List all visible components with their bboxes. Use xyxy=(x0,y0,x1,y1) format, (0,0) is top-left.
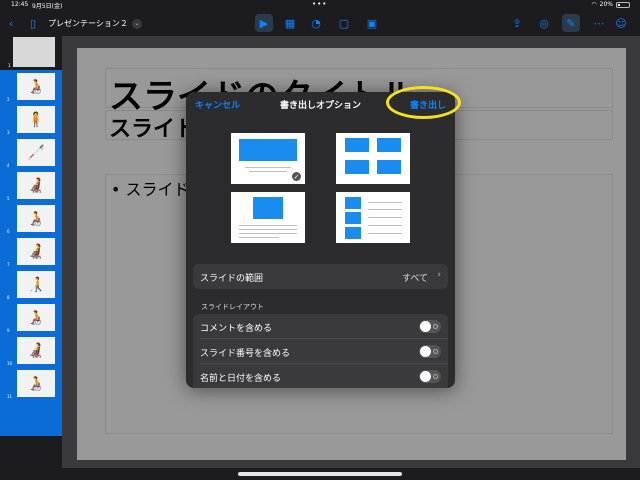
image-placeholder-icon xyxy=(239,139,297,161)
status-time: 12:45 xyxy=(11,1,29,8)
toolbar: ‹ ▯ プレゼンテーション２ ⌄ ▶ ▦ ◔ ▢ ▣ ⇪ ◎ ✎ ⋯ ☺ xyxy=(0,10,640,36)
toggle-off-icon xyxy=(433,324,438,329)
table-icon[interactable]: ▦ xyxy=(281,14,299,32)
export-options-popover: キャンセル 書き出しオプション 書き出し ✓ スライドの範囲 すべて › スライ… xyxy=(186,92,455,388)
toggle-off-icon xyxy=(433,349,438,354)
image-placeholder-icon xyxy=(253,197,283,219)
battery-fill xyxy=(618,3,620,6)
option-label: コメントを含める xyxy=(200,324,273,334)
image-placeholder-icon xyxy=(377,160,401,174)
text-line xyxy=(249,171,287,172)
slide-number: 6 xyxy=(7,229,10,234)
text-line xyxy=(239,237,279,238)
option-label: スライド番号を含める xyxy=(200,349,291,359)
shape-icon[interactable]: ▢ xyxy=(335,14,353,32)
slide-range-label: スライドの範囲 xyxy=(200,274,264,284)
slide-thumb-1[interactable] xyxy=(13,37,55,67)
image-placeholder-icon xyxy=(377,138,401,152)
text-line xyxy=(368,233,402,234)
collaborate-icon[interactable]: ◎ xyxy=(535,14,553,32)
share-icon[interactable]: ⇪ xyxy=(508,14,526,32)
document-title[interactable]: プレゼンテーション２ ⌄ xyxy=(48,18,142,29)
text-line xyxy=(368,202,402,203)
text-line xyxy=(368,217,402,218)
text-line xyxy=(368,209,402,210)
back-chevron-icon[interactable]: ‹ xyxy=(2,14,20,32)
checkmark-icon: ✓ xyxy=(291,171,302,182)
battery-percent: 20% xyxy=(599,1,613,8)
format-brush-icon[interactable]: ✎ xyxy=(562,14,580,32)
slide-number: 11 xyxy=(7,394,13,399)
chevron-down-icon[interactable]: ⌄ xyxy=(131,18,142,29)
status-date: 9月5日(金) xyxy=(32,3,63,10)
image-placeholder-icon xyxy=(345,160,369,174)
slide-number: 2 xyxy=(7,97,10,102)
home-indicator[interactable] xyxy=(238,472,402,476)
comments-toggle[interactable] xyxy=(419,320,441,333)
slide-thumb[interactable]: 🧑‍🦼 xyxy=(16,336,56,365)
slide-number: 8 xyxy=(7,295,10,300)
text-line xyxy=(239,225,297,226)
battery-icon xyxy=(616,1,630,8)
text-line xyxy=(368,225,402,226)
wifi-icon: ◠ xyxy=(591,1,597,8)
toggle-knob xyxy=(420,346,431,357)
slide-numbers-toggle[interactable] xyxy=(419,345,441,358)
slide-thumb[interactable]: 🧑‍🦽 xyxy=(16,369,56,398)
slide-thumb[interactable]: 🧑‍🦽 xyxy=(16,204,56,233)
slide-navigator: 1 🧑‍🦽 2 🧍 3 🦯 4 🧑‍🦼 5 🧑‍🦽 6 🧑‍🦼 7 🧑‍🦯 8 … xyxy=(0,36,62,480)
slide-thumb[interactable]: 🧑‍🦼 xyxy=(16,237,56,266)
status-bar: 12:45 9月5日(金) ••• ◠ 20% xyxy=(0,0,640,10)
option-row-comments[interactable]: コメントを含める xyxy=(193,314,448,339)
option-row-name-date[interactable]: 名前と日付を含める xyxy=(193,364,448,388)
layout-option-notes[interactable] xyxy=(231,192,305,243)
option-row-slide-numbers[interactable]: スライド番号を含める xyxy=(193,339,448,364)
toggle-knob xyxy=(420,321,431,332)
more-icon[interactable]: ⋯ xyxy=(590,14,608,32)
layout-option-outline[interactable] xyxy=(336,192,410,243)
image-placeholder-icon xyxy=(345,138,369,152)
slide-number: 5 xyxy=(7,196,10,201)
slide-number: 10 xyxy=(7,361,13,366)
slide-range-value: すべて xyxy=(401,274,428,284)
keynote-app: 12:45 9月5日(金) ••• ◠ 20% ‹ ▯ プレゼンテーション２ ⌄… xyxy=(0,0,640,480)
toggle-knob xyxy=(420,371,431,382)
slide-range-row[interactable]: スライドの範囲 すべて › xyxy=(193,264,448,289)
slide-thumb[interactable]: 🧑‍🦼 xyxy=(16,171,56,200)
slide-thumb[interactable]: 🧑‍🦽 xyxy=(16,72,56,101)
profile-icon[interactable]: ☺ xyxy=(612,14,630,32)
slide-thumb[interactable]: 🧑‍🦽 xyxy=(16,303,56,332)
slide-thumb[interactable]: 🦯 xyxy=(16,138,56,167)
chevron-right-icon: › xyxy=(437,270,441,280)
status-right: ◠ 20% xyxy=(591,1,630,8)
option-label: 名前と日付を含める xyxy=(200,374,282,384)
media-icon[interactable]: ▣ xyxy=(363,14,381,32)
image-placeholder-icon xyxy=(345,227,361,239)
slide-number: 9 xyxy=(7,328,10,333)
image-placeholder-icon xyxy=(345,212,361,224)
text-line xyxy=(239,233,297,234)
slide-number: 4 xyxy=(7,163,10,168)
name-date-toggle[interactable] xyxy=(419,370,441,383)
selected-slides-group: 🧑‍🦽 2 🧍 3 🦯 4 🧑‍🦼 5 🧑‍🦽 6 🧑‍🦼 7 🧑‍🦯 8 🧑‍… xyxy=(0,70,62,436)
text-line xyxy=(245,167,291,168)
section-label: スライドレイアウト xyxy=(201,303,264,311)
slide-number: 3 xyxy=(7,130,10,135)
toggle-off-icon xyxy=(433,374,438,379)
slide-thumb[interactable]: 🧑‍🦯 xyxy=(16,270,56,299)
slide-number: 1 xyxy=(8,63,11,68)
sidebar-toggle-icon[interactable]: ▯ xyxy=(24,14,42,32)
document-title-text: プレゼンテーション２ xyxy=(48,19,128,28)
play-icon[interactable]: ▶ xyxy=(255,14,273,32)
slide-number: 7 xyxy=(7,262,10,267)
highlight-annotation xyxy=(386,86,461,119)
image-placeholder-icon xyxy=(345,197,361,209)
slide-thumb[interactable]: 🧍 xyxy=(16,105,56,134)
layout-option-grid[interactable] xyxy=(336,133,410,184)
layout-options-group: コメントを含める スライド番号を含める 名前と日付を含める xyxy=(193,314,448,388)
text-line xyxy=(239,229,297,230)
multitask-dots-icon[interactable]: ••• xyxy=(312,0,327,8)
chart-icon[interactable]: ◔ xyxy=(307,14,325,32)
